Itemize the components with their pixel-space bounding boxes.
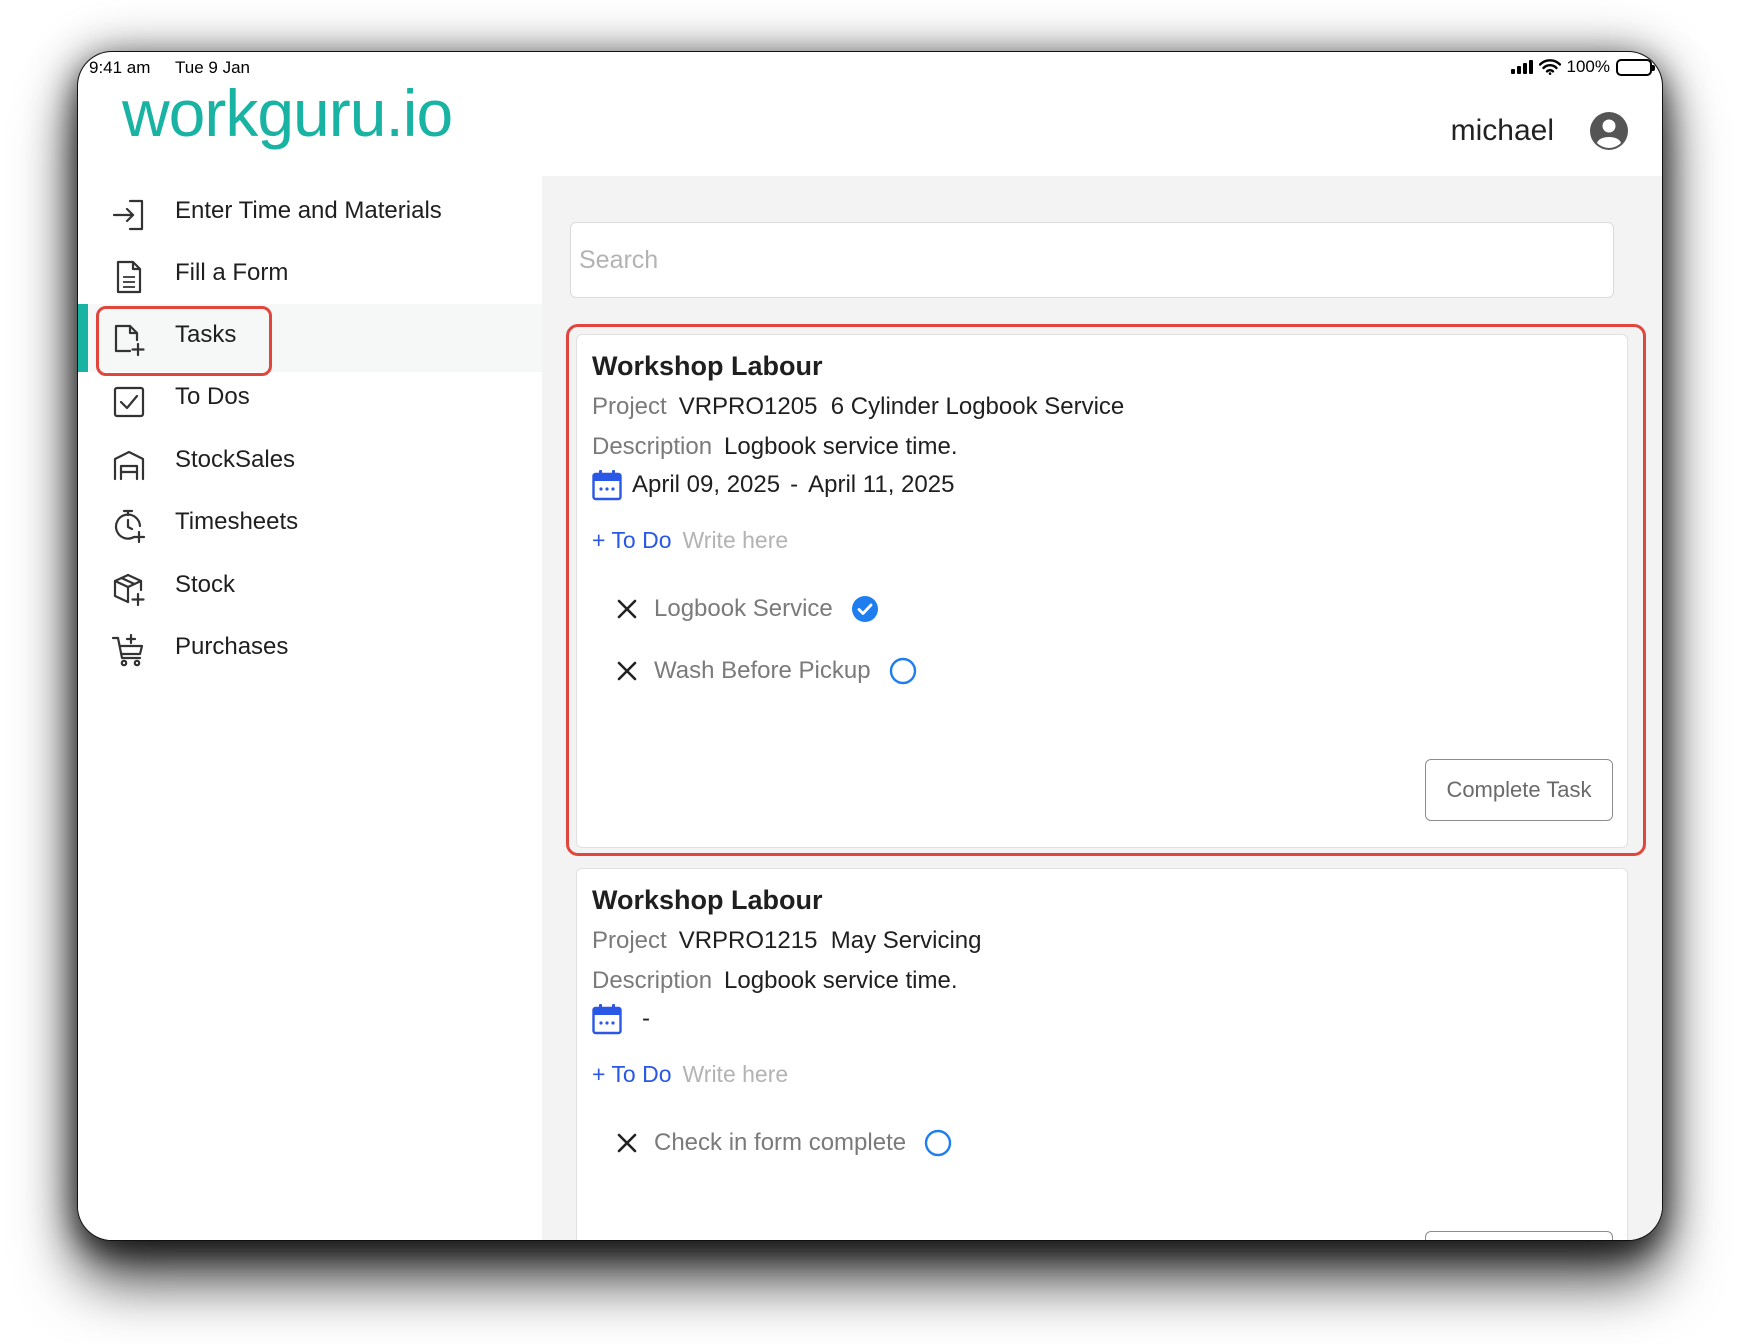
description-value: Logbook service time. (724, 433, 958, 460)
description-value: Logbook service time. (724, 967, 958, 994)
task-description: Description Logbook service time. (592, 433, 958, 461)
task-card: Workshop Labour Project VRPRO1215 May Ser… (576, 868, 1628, 1240)
wifi-icon (1538, 59, 1561, 75)
project-value: VRPRO1215 May Servicing (678, 927, 982, 954)
remove-todo-icon[interactable] (615, 597, 639, 621)
sidebar-item-label: StockSales (175, 446, 296, 473)
sidebar-item-stocksales[interactable]: StockSales (78, 429, 542, 497)
add-todo-row: + To Do Write here (592, 527, 788, 554)
checked-circle-icon[interactable] (851, 595, 879, 623)
task-description: Description Logbook service time. (592, 967, 958, 995)
task-card: Workshop Labour Project VRPRO1205 6 Cylin… (576, 334, 1628, 848)
todo-input[interactable]: Write here (683, 527, 789, 554)
search-input[interactable] (570, 222, 1614, 298)
remove-todo-icon[interactable] (615, 659, 639, 683)
battery-percent: 100% (1566, 57, 1610, 76)
sidebar-item-enter-time[interactable]: Enter Time and Materials (78, 180, 542, 248)
cart-icon (111, 633, 144, 667)
tablet-screen: 9:41 am Tue 9 Jan 100% workguru.io micha… (78, 52, 1662, 1240)
sidebar-item-tasks[interactable]: Tasks (78, 304, 542, 376)
form-icon (116, 260, 142, 294)
description-label: Description (592, 967, 713, 994)
sidebar-item-label: Fill a Form (175, 259, 289, 286)
project-label: Project (592, 393, 667, 420)
complete-task-button[interactable]: Complete Task (1425, 759, 1613, 821)
signal-icon (1510, 60, 1533, 74)
todo-item: Logbook Service (615, 595, 879, 623)
task-project: Project VRPRO1215 May Servicing (592, 927, 982, 955)
sidebar-item-label: Tasks (175, 321, 237, 348)
end-date: April 11, 2025 (808, 471, 955, 498)
status-date: Tue 9 Jan (175, 58, 250, 77)
task-dates: April 09, 2025 - April 11, 2025 (592, 469, 954, 501)
todo-label: Wash Before Pickup (654, 657, 871, 684)
task-project: Project VRPRO1205 6 Cylinder Logbook Serv… (592, 393, 1124, 421)
todo-item: Check in form complete (615, 1129, 952, 1157)
sidebar-item-label: Enter Time and Materials (175, 197, 442, 224)
sidebar: Enter Time and Materials Fill a Form Tas… (78, 176, 542, 1240)
package-icon (113, 573, 145, 607)
task-title: Workshop Labour (592, 885, 823, 915)
add-todo-row: + To Do Write here (592, 1061, 788, 1088)
complete-task-button[interactable] (1425, 1231, 1613, 1240)
tasks-icon (114, 324, 145, 357)
todo-label: Logbook Service (654, 595, 833, 622)
task-dates: - (592, 1003, 660, 1035)
date-separator: - (642, 1005, 650, 1032)
sidebar-item-stock[interactable]: Stock (78, 554, 542, 622)
stopwatch-icon (114, 509, 146, 544)
sidebar-item-label: Timesheets (175, 508, 299, 535)
status-time: 9:41 am (89, 58, 151, 77)
user-name[interactable]: michael (1451, 114, 1554, 148)
unchecked-circle-icon[interactable] (924, 1129, 952, 1157)
store-icon (113, 450, 145, 481)
project-label: Project (592, 927, 667, 954)
sidebar-item-label: Stock (175, 571, 236, 598)
todo-input[interactable]: Write here (683, 1061, 789, 1088)
sidebar-item-todos[interactable]: To Dos (78, 366, 542, 434)
start-date: April 09, 2025 (632, 471, 781, 498)
remove-todo-icon[interactable] (615, 1131, 639, 1155)
calendar-icon[interactable] (592, 469, 622, 501)
add-todo-button[interactable]: + To Do (592, 527, 672, 554)
sidebar-item-label: Purchases (175, 633, 289, 660)
status-indicators: 100% (1510, 57, 1655, 77)
add-todo-button[interactable]: + To Do (592, 1061, 672, 1088)
date-separator: - (790, 471, 799, 498)
sidebar-item-timesheets[interactable]: Timesheets (78, 491, 542, 559)
sidebar-item-purchases[interactable]: Purchases (78, 616, 542, 684)
project-value: VRPRO1205 6 Cylinder Logbook Service (678, 393, 1125, 420)
workguru-logo[interactable]: workguru.io (122, 80, 453, 146)
todo-item: Wash Before Pickup (615, 657, 917, 685)
battery-icon (1616, 58, 1655, 76)
task-title: Workshop Labour (592, 351, 823, 381)
sidebar-item-fill-form[interactable]: Fill a Form (78, 242, 542, 310)
task-list-panel: Workshop Labour Project VRPRO1205 6 Cylin… (542, 176, 1662, 1240)
unchecked-circle-icon[interactable] (889, 657, 917, 685)
sidebar-item-label: To Dos (175, 383, 250, 410)
enter-icon (112, 199, 144, 231)
checkbox-icon (113, 386, 145, 418)
description-label: Description (592, 433, 713, 460)
calendar-icon[interactable] (592, 1003, 622, 1035)
todo-label: Check in form complete (654, 1129, 907, 1156)
user-avatar-icon[interactable] (1588, 110, 1630, 152)
